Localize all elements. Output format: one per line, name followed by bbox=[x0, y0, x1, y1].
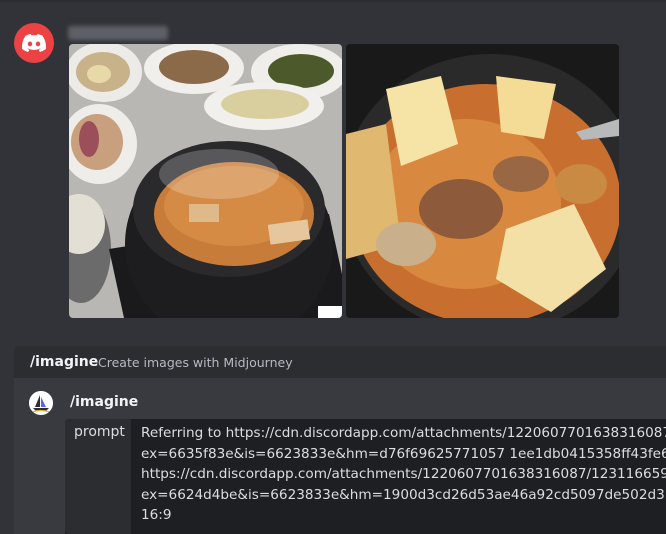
command-name[interactable]: /imagine bbox=[30, 354, 98, 370]
midjourney-boat-icon bbox=[29, 391, 53, 415]
panel-command-title: /imagine bbox=[70, 394, 139, 410]
top-divider bbox=[0, 0, 666, 2]
slash-command-bar[interactable]: /imagine Create images with Midjourney bbox=[14, 346, 666, 378]
prompt-line: Referring to https://cdn.discordapp.com/… bbox=[141, 425, 666, 441]
prompt-line: ex=6635f83e&is=6623833e&hm=d76f696257710… bbox=[141, 445, 666, 462]
discord-logo-icon bbox=[22, 34, 46, 52]
username-blurred[interactable] bbox=[68, 26, 168, 40]
discord-avatar[interactable] bbox=[14, 23, 54, 63]
korean-stew-table-photo[interactable] bbox=[69, 44, 342, 318]
prompt-line: 16:9 bbox=[141, 507, 172, 523]
command-input-panel: /imagine prompt Referring to https://cdn… bbox=[14, 378, 666, 534]
kimchi-stew-closeup-photo[interactable] bbox=[346, 44, 619, 318]
prompt-input[interactable]: Referring to https://cdn.discordapp.com/… bbox=[141, 423, 666, 526]
prompt-line: ex=6624d4be&is=6623833e&hm=1900d3cd26d53… bbox=[141, 486, 666, 503]
command-description: Create images with Midjourney bbox=[98, 355, 293, 370]
prompt-option-field[interactable]: prompt Referring to https://cdn.discorda… bbox=[65, 419, 666, 534]
prompt-option-label: prompt bbox=[65, 419, 131, 534]
prompt-line: https://cdn.discordapp.com/attachments/1… bbox=[141, 466, 666, 482]
